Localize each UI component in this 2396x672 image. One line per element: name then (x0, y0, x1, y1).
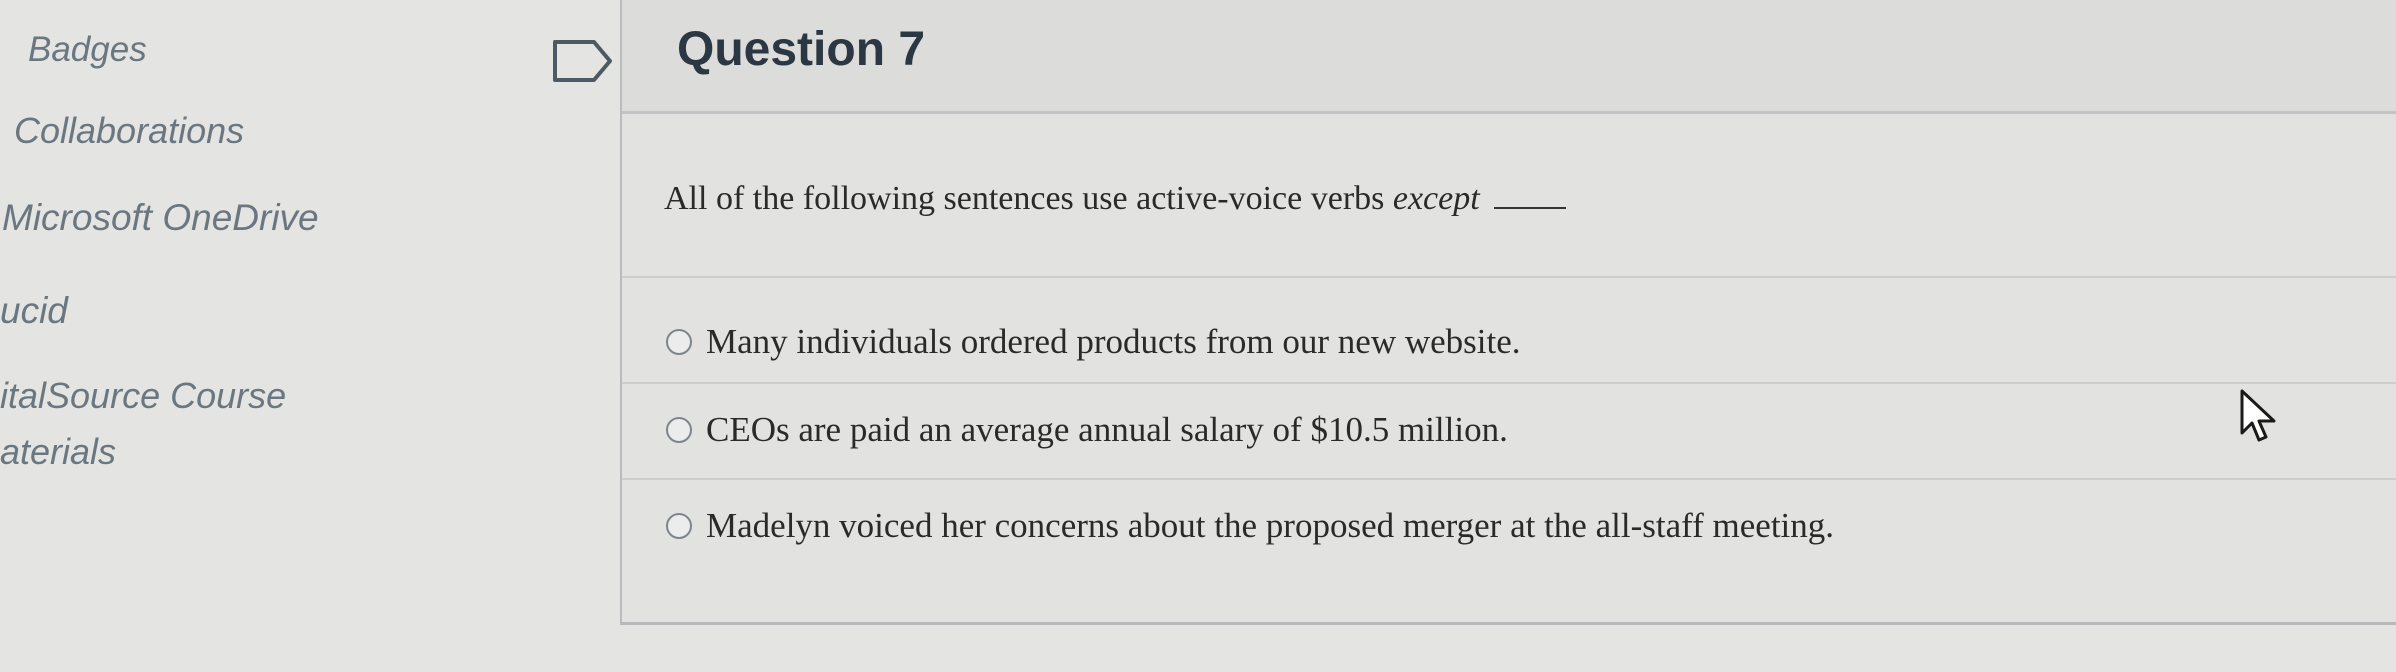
nav-item-collaborations[interactable]: Collaborations (14, 110, 244, 152)
question-panel: Question 7 All of the following sentence… (620, 0, 2396, 625)
question-header: Question 7 (622, 0, 2396, 114)
divider (622, 382, 2396, 384)
course-navigation: Badges Collaborations Microsoft OneDrive… (0, 0, 520, 672)
answer-option[interactable]: CEOs are paid an average annual salary o… (666, 410, 1508, 450)
mouse-pointer-icon (2240, 389, 2276, 442)
radio-button[interactable] (666, 513, 692, 539)
answer-label: CEOs are paid an average annual salary o… (706, 410, 1508, 449)
radio-button[interactable] (666, 417, 692, 443)
answer-blank (1493, 207, 1566, 209)
question-text-emphasis: except (1392, 180, 1480, 217)
answer-label: Many individuals ordered products from o… (706, 322, 1521, 361)
question-text-main: All of the following sentences use activ… (664, 180, 1393, 217)
divider (622, 276, 2396, 278)
question-title: Question 7 (677, 23, 926, 76)
answer-option[interactable]: Many individuals ordered products from o… (666, 322, 1521, 362)
nav-item-lucid[interactable]: ucid (0, 290, 68, 332)
flag-question-icon[interactable] (552, 38, 614, 84)
nav-item-microsoft-onedrive[interactable]: Microsoft OneDrive (2, 197, 319, 239)
nav-item-vitalsource-course-materials[interactable]: italSource Course (0, 375, 286, 417)
divider (622, 478, 2396, 480)
nav-item-vitalsource-course-materials-line2[interactable]: aterials (0, 431, 116, 473)
answer-option[interactable]: Madelyn voiced her concerns about the pr… (666, 506, 1834, 546)
radio-button[interactable] (666, 329, 692, 355)
question-text: All of the following sentences use activ… (664, 180, 1566, 218)
nav-item-badges[interactable]: Badges (28, 30, 147, 70)
answer-label: Madelyn voiced her concerns about the pr… (706, 506, 1835, 545)
